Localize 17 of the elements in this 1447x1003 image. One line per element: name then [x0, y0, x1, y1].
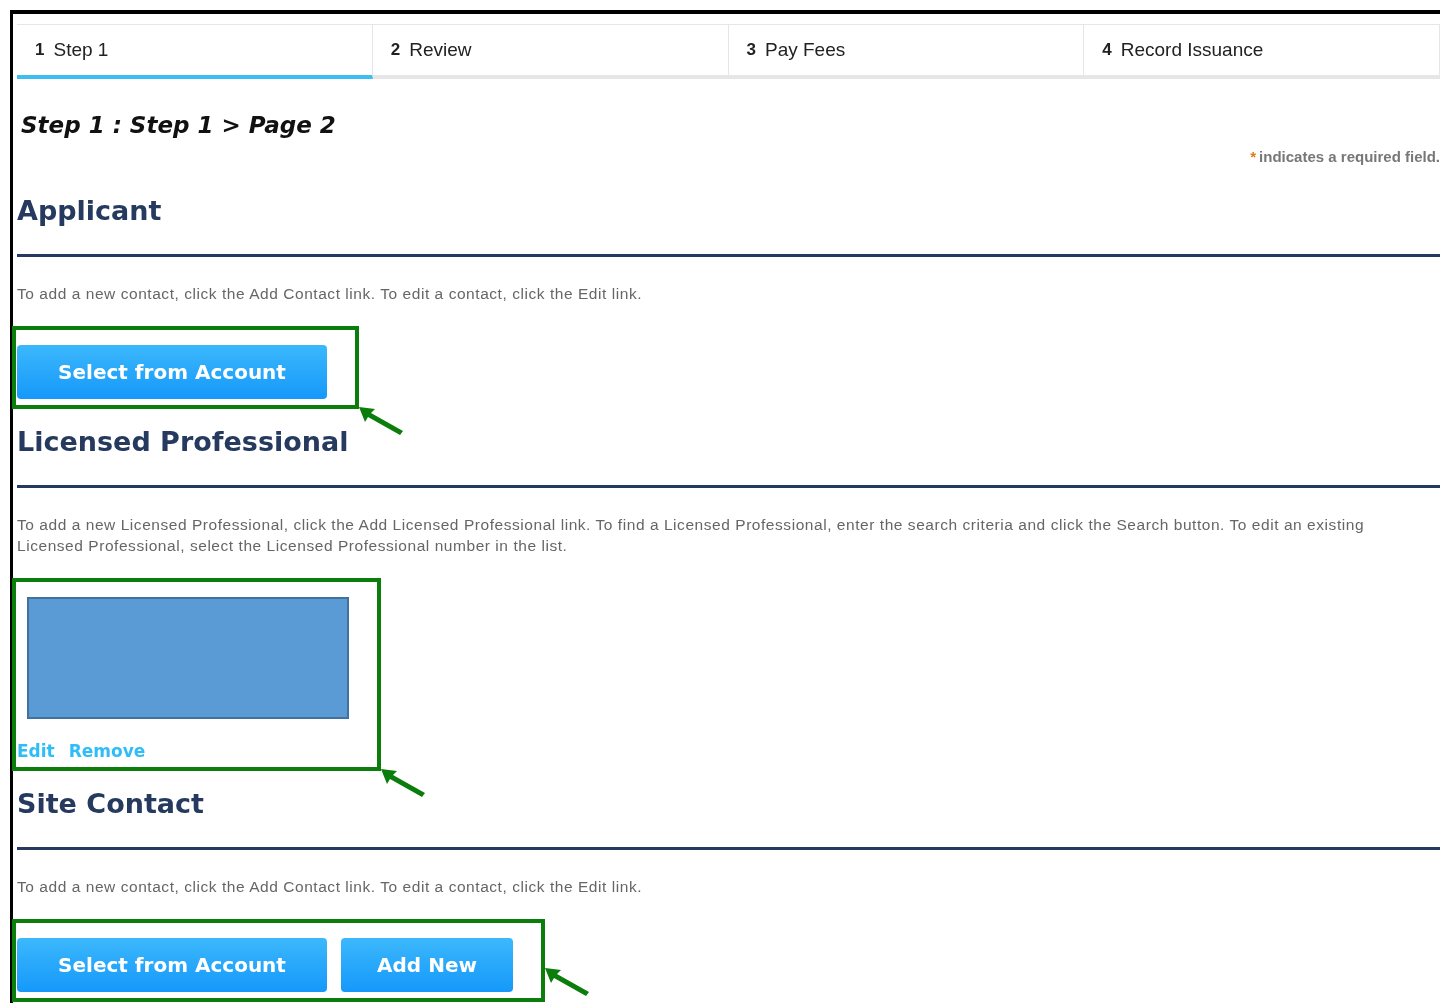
instructions-text: To add a new contact, click the Add Contact link. To edit a contact, click the Edit link. [17, 877, 644, 897]
instructions-text: To add a new Licensed Professional, click the Add Licensed Professional link. To find a Licensed Professional, enter the search criteria and click the Search button. To edit an existing Licensed Professional, select the Licensed Professional number in the list. [17, 515, 1366, 556]
action-button[interactable]: Select from Account [17, 345, 327, 399]
step-tab[interactable]: 1 Step 1 [17, 25, 373, 79]
required-field-note: * indicates a required field. [1249, 148, 1440, 165]
instructions-text: To add a new contact, click the Add Contact link. To edit a contact, click the Edit link. [17, 284, 644, 304]
action-button[interactable]: Select from Account [17, 938, 327, 992]
step-tab[interactable]: 2 Review [372, 25, 729, 79]
section-heading: Site Contact [17, 788, 1440, 850]
step-tab[interactable]: 4 Record Issuance [1084, 25, 1440, 79]
step-tab[interactable]: 3 Pay Fees [728, 25, 1085, 79]
section-heading: Applicant [17, 195, 1440, 257]
action-button[interactable]: Add New [341, 938, 513, 992]
text-link[interactable]: Edit [17, 741, 55, 761]
text-link[interactable]: Remove [68, 741, 146, 761]
page-title: Step 1 : Step 1 > Page 2 [21, 112, 337, 138]
section-heading: Licensed Professional [17, 426, 1440, 488]
